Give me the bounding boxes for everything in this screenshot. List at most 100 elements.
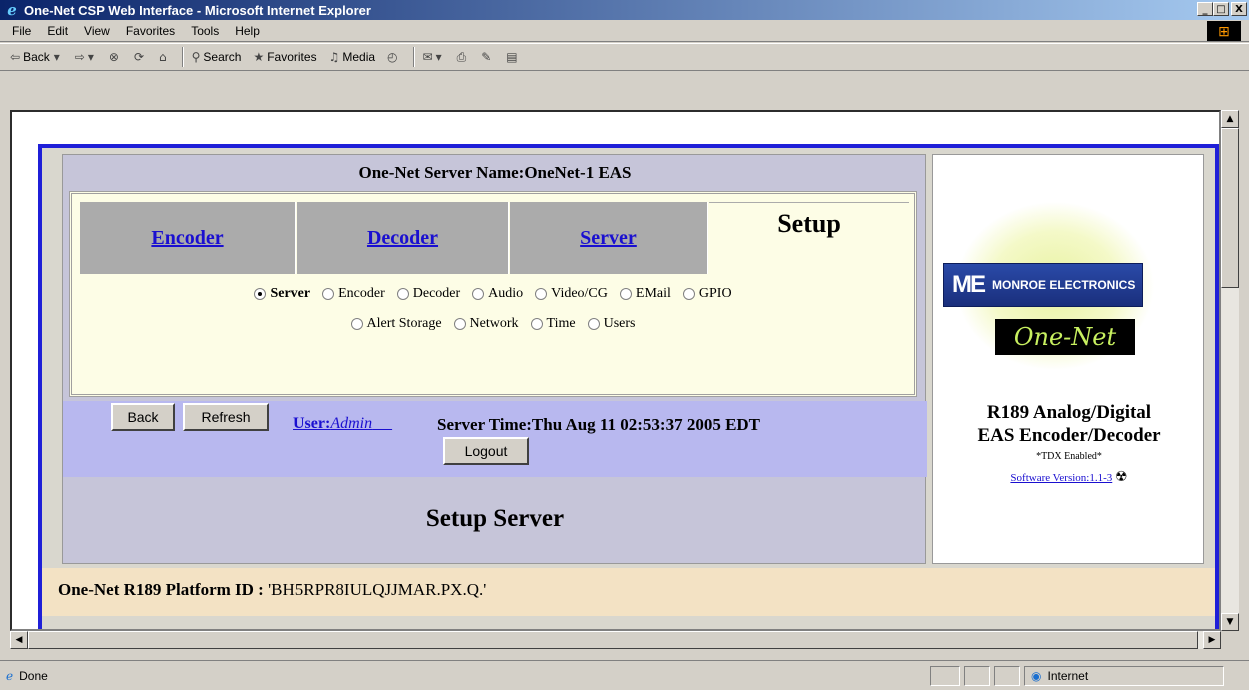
radio-decoder[interactable]: Decoder — [396, 286, 461, 302]
tab-server-link[interactable]: Server — [580, 227, 637, 250]
menu-view[interactable]: View — [84, 24, 110, 38]
history-button[interactable]: ◴ — [387, 50, 400, 64]
radio-audio[interactable]: Audio — [472, 286, 523, 302]
tab-decoder-link[interactable]: Decoder — [367, 227, 438, 250]
tab-setup[interactable]: Setup — [709, 202, 909, 274]
refresh-page-button[interactable]: ⟳ — [134, 50, 147, 64]
search-button[interactable]: ⚲ Search — [192, 50, 242, 64]
radio-button[interactable] — [530, 318, 543, 330]
radio-button[interactable] — [682, 288, 695, 300]
print-button[interactable]: ⎙ — [457, 50, 470, 65]
radio-label: GPIO — [698, 286, 732, 301]
menu-tools[interactable]: Tools — [191, 24, 219, 38]
radio-label: Alert Storage — [366, 316, 442, 331]
edit-button[interactable]: ✎ — [481, 50, 494, 64]
radio-label: Encoder — [338, 286, 385, 301]
status-pane — [964, 665, 990, 686]
status-text-area: ℯ Done — [6, 669, 48, 683]
horizontal-scrollbar[interactable]: ◀ ▶ — [10, 631, 1221, 649]
forward-arrow-icon: ⇨ — [74, 50, 85, 64]
stop-icon: ⊗ — [108, 50, 119, 64]
back-page-button[interactable]: Back — [111, 403, 175, 431]
media-button[interactable]: ♫ Media — [329, 50, 375, 64]
home-icon: ⌂ — [159, 50, 167, 64]
menu-help[interactable]: Help — [235, 24, 260, 38]
tdx-label: *TDX Enabled* — [1036, 451, 1102, 462]
chevron-down-icon: ▾ — [435, 50, 442, 64]
menu-favorites[interactable]: Favorites — [126, 24, 175, 38]
radio-server[interactable]: Server — [254, 286, 310, 302]
edit-icon: ✎ — [481, 50, 492, 64]
radio-button[interactable] — [535, 288, 548, 300]
product-title: R189 Analog/Digital EAS Encoder/Decoder — [933, 401, 1205, 447]
radio-label: Time — [546, 316, 576, 331]
radio-email[interactable]: EMail — [619, 286, 671, 302]
logo-company: MONROE ELECTRONICS — [992, 278, 1136, 292]
radio-time[interactable]: Time — [530, 316, 576, 332]
user-label: User: — [293, 415, 331, 432]
control-band: Back Refresh User:Admin Server Time:Thu … — [63, 401, 927, 477]
monroe-me-icon: ME — [952, 271, 986, 298]
toolbar: ⇦ Back ▾ ⇨ ▾ ⊗ ⟳ ⌂ ⚲ Search ★ Favorites … — [0, 43, 1249, 71]
radio-video-cg[interactable]: Video/CG — [535, 286, 608, 302]
status-bar: ℯ Done ◉ Internet — [0, 660, 1249, 690]
document-icon: ▤ — [506, 50, 518, 64]
tab-box: Encoder Decoder Server Setup Server Enco… — [69, 191, 917, 397]
logout-button[interactable]: Logout — [443, 437, 529, 465]
scroll-left-button[interactable]: ◀ — [10, 631, 28, 649]
mail-button[interactable]: ✉ ▾ — [423, 50, 445, 64]
toolbar-separator — [181, 47, 184, 67]
radio-button[interactable] — [472, 288, 485, 300]
radio-button[interactable] — [350, 318, 363, 330]
radio-button[interactable] — [396, 288, 409, 300]
tab-encoder[interactable]: Encoder — [80, 202, 296, 274]
scroll-right-button[interactable]: ▶ — [1203, 631, 1221, 649]
refresh-icon: ⟳ — [133, 50, 144, 64]
radio-button[interactable] — [322, 288, 335, 300]
vertical-scrollbar[interactable]: ▲ ▼ — [1221, 110, 1239, 631]
discuss-button[interactable]: ▤ — [506, 50, 520, 64]
history-icon: ◴ — [387, 50, 398, 64]
radio-label: Video/CG — [551, 286, 608, 301]
radio-gpio[interactable]: GPIO — [682, 286, 732, 302]
horizontal-scroll-thumb[interactable] — [28, 631, 1198, 649]
tab-server[interactable]: Server — [510, 202, 708, 274]
radio-users[interactable]: Users — [587, 316, 636, 332]
minimize-button[interactable]: _ — [1197, 2, 1213, 16]
close-button[interactable]: X — [1231, 2, 1247, 16]
platform-id: 'BH5RPR8IULQJJMAR.PX.Q.' — [268, 580, 487, 599]
radio-label: Users — [603, 316, 636, 331]
forward-button[interactable]: ⇨ ▾ — [75, 50, 97, 64]
radio-button-selected[interactable] — [254, 288, 267, 300]
menu-edit[interactable]: Edit — [47, 24, 68, 38]
main-panel: One-Net Server Name:OneNet-1 EAS Encoder… — [62, 154, 927, 564]
radio-network[interactable]: Network — [453, 316, 519, 332]
back-button[interactable]: ⇦ Back ▾ — [10, 50, 63, 64]
home-button[interactable]: ⌂ — [159, 50, 170, 64]
globe-icon: ◉ — [1031, 668, 1042, 683]
radio-label: Network — [469, 316, 519, 331]
scroll-up-button[interactable]: ▲ — [1221, 110, 1239, 128]
radio-label: Decoder — [412, 286, 461, 301]
favorites-button[interactable]: ★ Favorites — [253, 50, 316, 64]
scroll-down-button[interactable]: ▼ — [1221, 613, 1239, 631]
stop-button[interactable]: ⊗ — [109, 50, 122, 64]
vertical-scroll-thumb[interactable] — [1221, 128, 1239, 288]
maximize-button[interactable]: □ — [1213, 2, 1229, 16]
product-line-2: EAS Encoder/Decoder — [977, 425, 1161, 446]
window-title: One-Net CSP Web Interface - Microsoft In… — [24, 2, 371, 18]
radio-button[interactable] — [453, 318, 466, 330]
server-name: One-Net Server Name:OneNet-1 EAS — [358, 163, 632, 182]
search-label: Search — [203, 50, 242, 64]
chevron-down-icon: ▾ — [53, 50, 60, 64]
tab-encoder-link[interactable]: Encoder — [151, 227, 223, 250]
radio-button[interactable] — [587, 318, 600, 330]
user-link[interactable]: User:Admin — [293, 415, 392, 433]
menu-file[interactable]: File — [12, 24, 31, 38]
software-version-link[interactable]: Software Version:1.1-3 — [1010, 472, 1112, 484]
tab-decoder[interactable]: Decoder — [297, 202, 509, 274]
radio-alert-storage[interactable]: Alert Storage — [350, 316, 442, 332]
radio-encoder[interactable]: Encoder — [322, 286, 385, 302]
radio-button[interactable] — [619, 288, 632, 300]
refresh-button[interactable]: Refresh — [183, 403, 269, 431]
